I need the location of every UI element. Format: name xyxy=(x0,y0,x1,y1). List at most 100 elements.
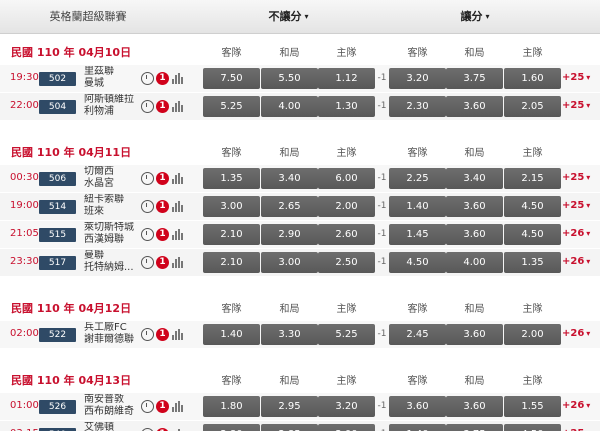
handicap-odds-button[interactable]: 3.60 xyxy=(446,196,503,217)
handicap-odds-button[interactable]: 4.50 xyxy=(504,424,561,431)
odds-button[interactable]: 5.25 xyxy=(318,324,375,345)
odds-button[interactable]: 5.50 xyxy=(261,68,318,89)
team-names[interactable]: 南安普敦 西布朗維奇 xyxy=(84,394,140,418)
odds-button[interactable]: 1.35 xyxy=(203,168,260,189)
handicap-odds-button[interactable]: 3.75 xyxy=(446,424,503,431)
market-no-handicap-dropdown[interactable]: 不讓分 ▾ xyxy=(203,0,374,34)
handicap-odds-button[interactable]: 2.00 xyxy=(504,324,561,345)
odds-button[interactable]: 2.80 xyxy=(203,424,260,431)
odds-button[interactable]: 2.95 xyxy=(261,396,318,417)
alert-badge-icon[interactable]: 1 xyxy=(156,256,169,269)
odds-button[interactable]: 2.60 xyxy=(318,224,375,245)
stats-chart-icon[interactable] xyxy=(172,201,184,212)
handicap-odds-button[interactable]: 2.30 xyxy=(389,96,446,117)
market-handicap-dropdown[interactable]: 讓分 ▾ xyxy=(389,0,561,34)
stopwatch-icon[interactable] xyxy=(141,200,154,213)
odds-button[interactable]: 3.00 xyxy=(203,196,260,217)
alert-badge-icon[interactable]: 1 xyxy=(156,72,169,85)
alert-badge-icon[interactable]: 1 xyxy=(156,400,169,413)
stats-chart-icon[interactable] xyxy=(172,73,184,84)
match-number[interactable]: 506 xyxy=(39,172,76,186)
team-names[interactable]: 萊切斯特城 西漢姆聯 xyxy=(84,222,140,246)
match-number[interactable]: 502 xyxy=(39,72,76,86)
odds-button[interactable]: 2.00 xyxy=(318,424,375,431)
team-names[interactable]: 阿斯頓維拉 利物浦 xyxy=(84,94,140,118)
stopwatch-icon[interactable] xyxy=(141,400,154,413)
handicap-odds-button[interactable]: 3.20 xyxy=(389,68,446,89)
handicap-odds-button[interactable]: 4.50 xyxy=(389,252,446,273)
odds-button[interactable]: 2.10 xyxy=(203,252,260,273)
stopwatch-icon[interactable] xyxy=(141,172,154,185)
handicap-odds-button[interactable]: 3.60 xyxy=(446,396,503,417)
alert-badge-icon[interactable]: 1 xyxy=(156,328,169,341)
odds-button[interactable]: 4.00 xyxy=(261,96,318,117)
alert-badge-icon[interactable]: 1 xyxy=(156,228,169,241)
alert-badge-icon[interactable]: 1 xyxy=(156,200,169,213)
handicap-odds-button[interactable]: 1.35 xyxy=(504,252,561,273)
more-markets-link[interactable]: +26 ▾ xyxy=(562,400,590,411)
odds-button[interactable]: 2.90 xyxy=(261,224,318,245)
odds-button[interactable]: 3.40 xyxy=(261,168,318,189)
more-markets-link[interactable]: +25▾ xyxy=(562,200,590,211)
odds-button[interactable]: 1.80 xyxy=(203,396,260,417)
stopwatch-icon[interactable] xyxy=(141,100,154,113)
more-markets-link[interactable]: +25▾ xyxy=(562,172,590,183)
handicap-odds-button[interactable]: 4.50 xyxy=(504,224,561,245)
stopwatch-icon[interactable] xyxy=(141,72,154,85)
more-markets-link[interactable]: +26 ▾ xyxy=(562,228,590,239)
stats-chart-icon[interactable] xyxy=(172,329,184,340)
stopwatch-icon[interactable] xyxy=(141,228,154,241)
handicap-odds-button[interactable]: 2.25 xyxy=(389,168,446,189)
stopwatch-icon[interactable] xyxy=(141,328,154,341)
team-names[interactable]: 兵工廠FC 謝菲爾德聯 xyxy=(84,322,140,346)
odds-button[interactable]: 1.40 xyxy=(203,324,260,345)
stopwatch-icon[interactable] xyxy=(141,256,154,269)
odds-button[interactable]: 1.30 xyxy=(318,96,375,117)
odds-button[interactable]: 3.00 xyxy=(261,252,318,273)
match-number[interactable]: 526 xyxy=(39,400,76,414)
odds-button[interactable]: 1.12 xyxy=(318,68,375,89)
team-names[interactable]: 切爾西 水晶宮 xyxy=(84,166,140,190)
handicap-odds-button[interactable]: 1.60 xyxy=(504,68,561,89)
team-names[interactable]: 曼聯 托特納姆... xyxy=(84,250,140,274)
team-names[interactable]: 艾佛頓布萊頓 xyxy=(84,422,140,431)
handicap-odds-button[interactable]: 1.40 xyxy=(389,424,446,431)
more-markets-link[interactable]: +26 ▾ xyxy=(562,328,590,339)
more-markets-link[interactable]: +25▾ xyxy=(562,72,590,83)
stats-chart-icon[interactable] xyxy=(172,101,184,112)
odds-button[interactable]: 2.50 xyxy=(318,252,375,273)
handicap-odds-button[interactable]: 1.45 xyxy=(389,224,446,245)
more-markets-link[interactable]: +26 ▾ xyxy=(562,256,590,267)
odds-button[interactable]: 3.30 xyxy=(261,324,318,345)
handicap-odds-button[interactable]: 3.60 xyxy=(389,396,446,417)
odds-button[interactable]: 5.25 xyxy=(203,96,260,117)
odds-button[interactable]: 3.20 xyxy=(318,396,375,417)
handicap-odds-button[interactable]: 4.00 xyxy=(446,252,503,273)
match-number[interactable]: 515 xyxy=(39,228,76,242)
match-number[interactable]: 504 xyxy=(39,100,76,114)
team-names[interactable]: 紐卡索聯 班來 xyxy=(84,194,140,218)
handicap-odds-button[interactable]: 4.50 xyxy=(504,196,561,217)
handicap-odds-button[interactable]: 3.60 xyxy=(446,324,503,345)
handicap-odds-button[interactable]: 1.55 xyxy=(504,396,561,417)
odds-button[interactable]: 2.00 xyxy=(318,196,375,217)
handicap-odds-button[interactable]: 3.60 xyxy=(446,96,503,117)
odds-button[interactable]: 2.85 xyxy=(261,424,318,431)
handicap-odds-button[interactable]: 2.15 xyxy=(504,168,561,189)
odds-button[interactable]: 7.50 xyxy=(203,68,260,89)
handicap-odds-button[interactable]: 3.75 xyxy=(446,68,503,89)
alert-badge-icon[interactable]: 1 xyxy=(156,100,169,113)
handicap-odds-button[interactable]: 1.40 xyxy=(389,196,446,217)
stats-chart-icon[interactable] xyxy=(172,401,184,412)
match-number[interactable]: 514 xyxy=(39,200,76,214)
stats-chart-icon[interactable] xyxy=(172,173,184,184)
stats-chart-icon[interactable] xyxy=(172,229,184,240)
stats-chart-icon[interactable] xyxy=(172,257,184,268)
odds-button[interactable]: 6.00 xyxy=(318,168,375,189)
team-names[interactable]: 里茲聯 曼城 xyxy=(84,66,140,90)
handicap-odds-button[interactable]: 2.45 xyxy=(389,324,446,345)
match-number[interactable]: 522 xyxy=(39,328,76,342)
more-markets-link[interactable]: +25▾ xyxy=(562,100,590,111)
alert-badge-icon[interactable]: 1 xyxy=(156,172,169,185)
match-number[interactable]: 517 xyxy=(39,256,76,270)
